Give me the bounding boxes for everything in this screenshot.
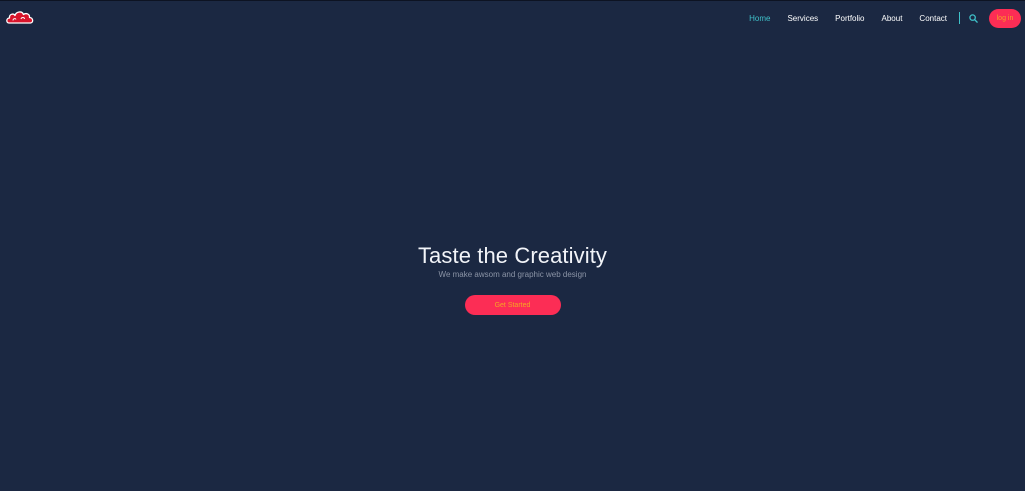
nav-divider	[959, 12, 960, 24]
nav-services[interactable]: Services	[787, 14, 818, 23]
logo-cloud-icon[interactable]	[5, 7, 35, 29]
hero-title: Taste the Creativity	[417, 243, 608, 268]
search-icon[interactable]	[968, 13, 978, 23]
nav-about[interactable]: About	[882, 14, 903, 23]
top-nav: Home Services Portfolio About Contact lo…	[749, 1, 1025, 35]
page: Home Services Portfolio About Contact lo…	[0, 0, 1025, 491]
nav-home[interactable]: Home	[749, 14, 770, 23]
login-button[interactable]: log in	[989, 8, 1021, 28]
hero-section: Taste the Creativity We make awsom and g…	[0, 242, 1025, 315]
nav-contact[interactable]: Contact	[919, 14, 947, 23]
hero-subtitle: We make awsom and graphic web design	[438, 270, 587, 279]
get-started-button[interactable]: Get Started	[464, 295, 561, 315]
nav-links: Home Services Portfolio About Contact	[749, 14, 947, 23]
nav-portfolio[interactable]: Portfolio	[835, 14, 864, 23]
